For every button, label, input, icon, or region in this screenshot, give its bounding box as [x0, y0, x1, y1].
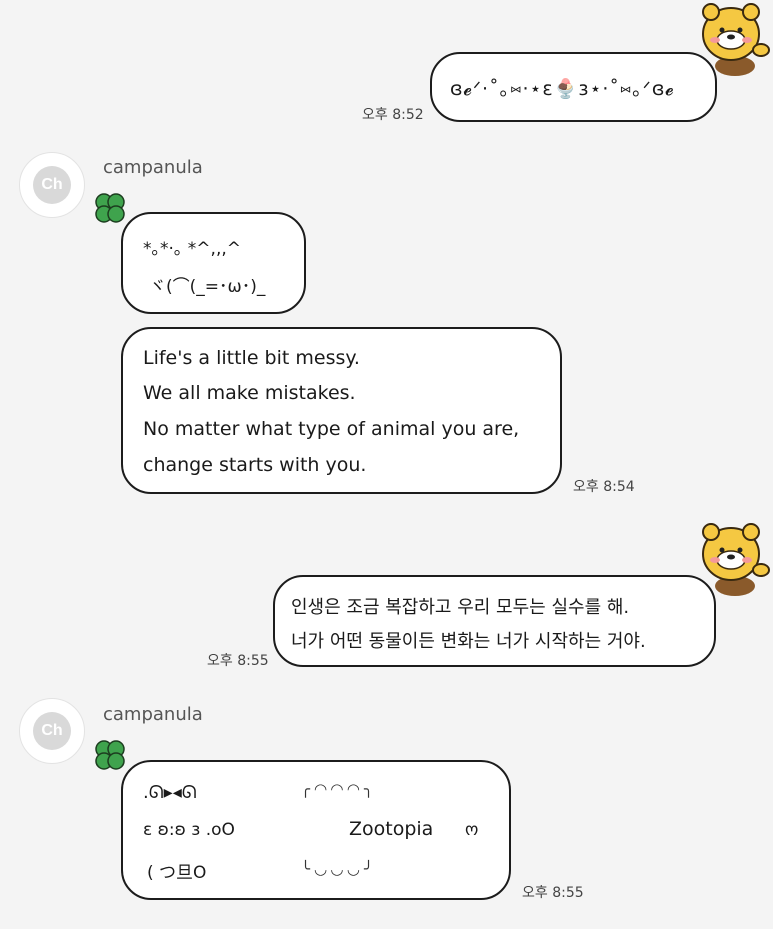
clover-icon — [92, 190, 128, 226]
message-line: 너가 어떤 동물이든 변화는 너가 시작하는 거야. — [291, 631, 646, 652]
sender-name: campanula — [103, 157, 203, 178]
message-line: 인생은 조금 복잡하고 우리 모두는 실수를 해. — [291, 597, 630, 618]
emoticon-line: ヾ(⌒(_=･ω･)_ — [149, 277, 266, 297]
message-bubble-text[interactable]: Life's a little bit messy. We all make m… — [121, 327, 562, 494]
emoticon-line: *｡*·｡ *^,,,^ — [143, 239, 242, 259]
avatar[interactable]: Ch — [19, 698, 85, 764]
message-line: change starts with you. — [143, 454, 367, 476]
message-timestamp: 오후 8:55 — [522, 885, 584, 901]
art-frame-top: ╭ ◜◝ ◜◝ ◜◝ ╮ — [301, 780, 373, 798]
message-line: We all make mistakes. — [143, 382, 356, 404]
message-bubble-emoticon[interactable]: ɞ𝓮ᐟ·˚｡⑅·⋆ɛ🍨ɜ⋆·˚⑅｡ᐟɞ𝓮 — [430, 52, 717, 122]
message-timestamp: 오후 8:54 — [573, 479, 635, 495]
avatar-initials: Ch — [33, 166, 71, 204]
message-timestamp: 오후 8:52 — [362, 107, 424, 123]
clover-icon — [92, 737, 128, 773]
avatar[interactable]: Ch — [19, 152, 85, 218]
art-center-text: Zootopia — [349, 818, 434, 840]
avatar-initials: Ch — [33, 712, 71, 750]
art-line: ( つ旦O — [147, 863, 207, 883]
art-line: ɛ ʚ:ʚ ɜ .oO — [143, 820, 235, 840]
message-text: ɞ𝓮ᐟ·˚｡⑅·⋆ɛ🍨ɜ⋆·˚⑅｡ᐟɞ𝓮 — [450, 78, 675, 100]
message-bubble-ascii-art[interactable]: .ᘏ▸◂ᘏ ɛ ʚ:ʚ ɜ .oO ( つ旦O ╭ ◜◝ ◜◝ ◜◝ ╮ Zoo… — [121, 760, 511, 900]
message-line: Life's a little bit messy. — [143, 347, 360, 369]
message-line: No matter what type of animal you are, — [143, 418, 520, 440]
sender-name: campanula — [103, 704, 203, 725]
art-right-mark: ო — [465, 820, 479, 840]
message-bubble-text[interactable]: 인생은 조금 복잡하고 우리 모두는 실수를 해. 너가 어떤 동물이든 변화는… — [273, 575, 716, 667]
message-bubble-emoticon[interactable]: *｡*·｡ *^,,,^ ヾ(⌒(_=･ω･)_ — [121, 212, 306, 314]
art-frame-bottom: ╰ ◟◞ ◟◞ ◟◞ ╯ — [301, 860, 373, 878]
art-line: .ᘏ▸◂ᘏ — [143, 782, 197, 803]
message-timestamp: 오후 8:55 — [207, 653, 269, 669]
